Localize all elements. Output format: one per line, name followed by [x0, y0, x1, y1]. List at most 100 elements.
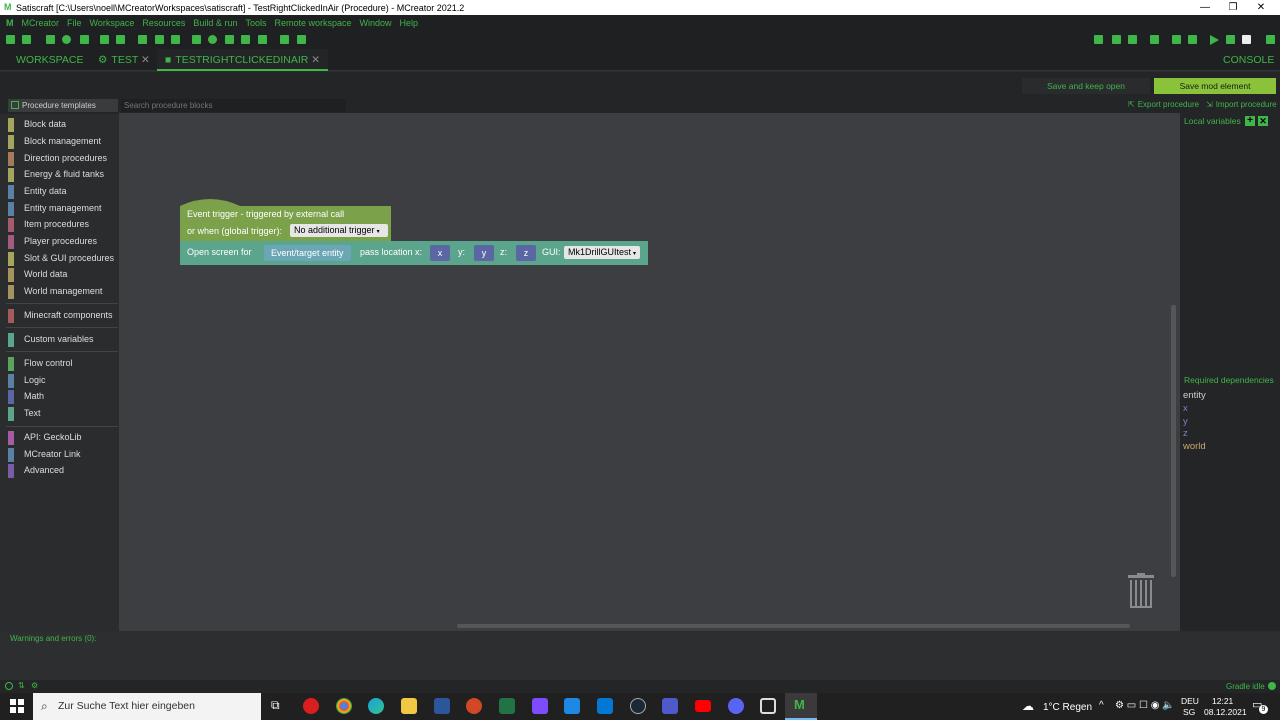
task-view-icon[interactable]: ⧉	[271, 698, 280, 713]
designer-icon[interactable]	[564, 698, 580, 714]
menu-build-run[interactable]: Build & run	[193, 18, 237, 28]
z-variable-block[interactable]: z	[516, 245, 536, 261]
settings-icon[interactable]: ⚙	[31, 681, 38, 690]
menu-remote-workspace[interactable]: Remote workspace	[274, 18, 351, 28]
clock-time[interactable]: 12:21	[1212, 696, 1233, 706]
toolbar-tool-icon[interactable]	[1150, 35, 1159, 44]
category-custom-variables[interactable]: Custom variables	[6, 332, 118, 347]
toolbar-tool-icon[interactable]	[138, 35, 147, 44]
import-procedure-button[interactable]: ⇲ Import procedure	[1206, 100, 1277, 109]
teams-icon[interactable]	[662, 698, 678, 714]
toolbar-tool-icon[interactable]	[1094, 35, 1103, 44]
blockly-workspace[interactable]	[119, 113, 1180, 631]
toolbar-tool-icon[interactable]	[208, 35, 217, 44]
weather-text[interactable]: 1°C Regen	[1043, 702, 1092, 713]
menu-tools[interactable]: Tools	[245, 18, 266, 28]
close-button[interactable]: ✕	[1246, 0, 1276, 15]
toolbar-tool-icon[interactable]	[171, 35, 180, 44]
global-trigger-dropdown[interactable]: No additional trigger ▾	[290, 224, 388, 237]
category-direction-procedures[interactable]: Direction procedures	[6, 151, 118, 166]
category-api-geckolib[interactable]: API: GeckoLib	[6, 430, 118, 445]
edge-icon[interactable]	[368, 698, 384, 714]
file-explorer-icon[interactable]	[401, 698, 417, 714]
category-player-procedures[interactable]: Player procedures	[6, 234, 118, 249]
category-entity-data[interactable]: Entity data	[6, 184, 118, 199]
powerpoint-icon[interactable]	[466, 698, 482, 714]
close-tab-icon[interactable]: ✕	[141, 54, 150, 66]
procedure-templates-button[interactable]: Procedure templates	[8, 99, 118, 112]
menu-window[interactable]: Window	[360, 18, 392, 28]
maximize-button[interactable]: ❐	[1218, 0, 1248, 15]
excel-icon[interactable]	[499, 698, 515, 714]
remove-variable-icon[interactable]: ✕	[1258, 116, 1268, 126]
menu-mcreator[interactable]: MCreator	[22, 18, 60, 28]
category-block-data[interactable]: Block data	[6, 117, 118, 132]
windows-start-icon[interactable]	[10, 699, 24, 713]
open-screen-block[interactable]: Open screen for Event/target entity pass…	[180, 241, 648, 265]
clock-date[interactable]: 08.12.2021	[1204, 707, 1247, 717]
tray-icons[interactable]: ⚙ ▭ ☐ ◉ 🔈	[1115, 700, 1175, 711]
run-icon[interactable]	[1210, 35, 1219, 45]
info-icon[interactable]	[5, 682, 13, 690]
sync-icon[interactable]: ⇅	[18, 681, 25, 690]
x-variable-block[interactable]: x	[430, 245, 450, 261]
toolbar-tool-icon[interactable]	[155, 35, 164, 44]
toolbar-tool-icon[interactable]	[241, 35, 250, 44]
category-math[interactable]: Math	[6, 389, 118, 404]
toolbar-tool-icon[interactable]	[1226, 35, 1235, 44]
toolbar-tool-icon[interactable]	[192, 35, 201, 44]
tray-chevron-icon[interactable]: ^	[1099, 700, 1104, 711]
category-flow-control[interactable]: Flow control	[6, 356, 118, 371]
toolbar-tool-icon[interactable]	[225, 35, 234, 44]
tab-test[interactable]: ⚙ TEST ✕	[90, 49, 158, 71]
toolbar-tool-icon[interactable]	[1128, 35, 1137, 44]
toolbar-tool-icon[interactable]	[62, 35, 71, 44]
export-procedure-button[interactable]: ⇱ Export procedure	[1128, 100, 1199, 109]
event-trigger-block[interactable]: Event trigger - triggered by external ca…	[180, 198, 391, 242]
toolbar-tool-icon[interactable]	[258, 35, 267, 44]
trash-icon[interactable]	[1128, 573, 1154, 609]
y-variable-block[interactable]: y	[474, 245, 494, 261]
category-world-management[interactable]: World management	[6, 284, 118, 299]
toolbar-tool-icon[interactable]	[6, 35, 15, 44]
save-mod-element-button[interactable]: Save mod element	[1154, 78, 1276, 94]
category-slot-gui-procedures[interactable]: Slot & GUI procedures	[6, 251, 118, 266]
gui-dropdown[interactable]: Mk1DrillGUItest ▾	[564, 246, 641, 259]
category-text[interactable]: Text	[6, 406, 118, 421]
category-block-management[interactable]: Block management	[6, 134, 118, 149]
menu-help[interactable]: Help	[400, 18, 419, 28]
toolbar-tool-icon[interactable]	[116, 35, 125, 44]
toolbar-tool-icon[interactable]	[1266, 35, 1275, 44]
stop-icon[interactable]	[1242, 35, 1251, 44]
category-advanced[interactable]: Advanced	[6, 463, 118, 478]
toolbar-tool-icon[interactable]	[1172, 35, 1181, 44]
menu-workspace[interactable]: Workspace	[90, 18, 135, 28]
steam-icon[interactable]	[630, 698, 646, 714]
tab-console[interactable]: CONSOLE	[1215, 49, 1280, 71]
menu-file[interactable]: File	[67, 18, 82, 28]
toolbar-tool-icon[interactable]	[1112, 35, 1121, 44]
vertical-scrollbar[interactable]	[1171, 305, 1176, 577]
category-logic[interactable]: Logic	[6, 373, 118, 388]
category-world-data[interactable]: World data	[6, 267, 118, 282]
save-keep-open-button[interactable]: Save and keep open	[1022, 78, 1150, 94]
category-minecraft-components[interactable]: Minecraft components	[6, 308, 118, 323]
toolbar-tool-icon[interactable]	[22, 35, 31, 44]
category-entity-management[interactable]: Entity management	[6, 201, 118, 216]
affinity-icon[interactable]	[532, 698, 548, 714]
menu-resources[interactable]: Resources	[142, 18, 185, 28]
search-input[interactable]	[121, 99, 346, 112]
horizontal-scrollbar[interactable]	[457, 624, 1130, 628]
tab-current-procedure[interactable]: ■ TESTRIGHTCLICKEDINAIR ✕	[157, 49, 329, 71]
toolbar-tool-icon[interactable]	[1188, 35, 1197, 44]
entity-input-block[interactable]: Event/target entity	[264, 245, 351, 261]
word-icon[interactable]	[434, 698, 450, 714]
language-indicator[interactable]: DEU	[1181, 696, 1199, 706]
mcreator-taskbar-button[interactable]: M	[785, 693, 817, 720]
cube-app-icon[interactable]	[760, 698, 776, 714]
category-mcreator-link[interactable]: MCreator Link	[6, 447, 118, 462]
minimize-button[interactable]: —	[1190, 0, 1220, 15]
toolbar-tool-icon[interactable]	[297, 35, 306, 44]
discord-icon[interactable]	[728, 698, 744, 714]
mail-icon[interactable]	[597, 698, 613, 714]
